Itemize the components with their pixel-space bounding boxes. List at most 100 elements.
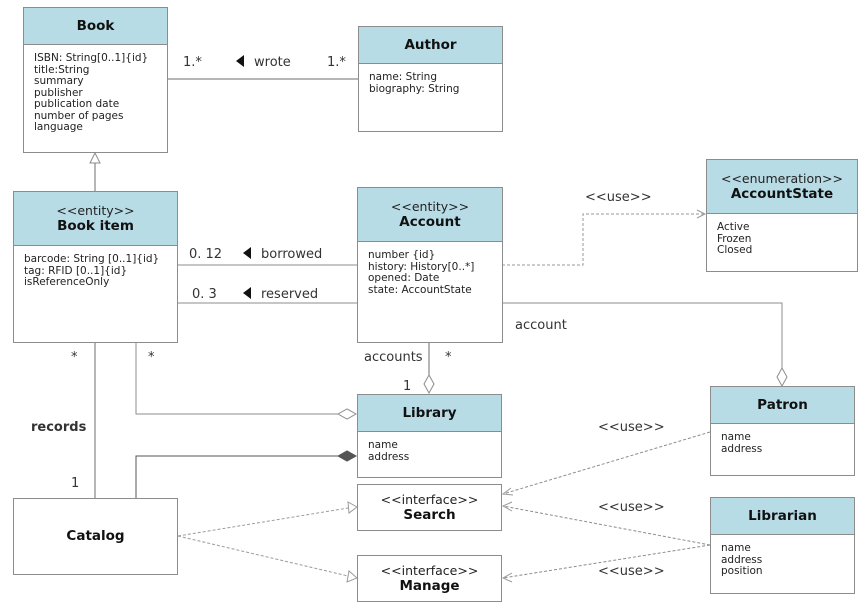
dependency-stereotype-label: <<use>> [585,190,652,205]
class-book[interactable]: Book ISBN: String[0..1]{id} title:String… [23,7,168,153]
catalog-manage-realization [177,535,349,577]
attribute: name [368,439,398,451]
class-header: <<entity>> Account [358,188,502,242]
attribute-list: name address [711,424,854,463]
class-header: Library [358,395,501,432]
class-author[interactable]: Author name: String biography: String [358,26,503,132]
stereotype: <<entity>> [390,198,470,214]
generalization-arrowhead [89,151,101,164]
stereotype: <<interface>> [380,491,479,507]
catalog-library-composition [135,455,340,498]
enum-literal: Closed [717,244,753,256]
attribute: name: String [369,71,437,83]
class-account[interactable]: <<entity>> Account number {id} history: … [357,187,503,343]
library-aggregation-diamond-left [336,408,358,420]
class-name: Catalog [66,528,125,544]
class-header: <<interface>> Search [358,485,501,530]
attribute: biography: String [369,82,460,95]
class-patron[interactable]: Patron name address [710,386,855,476]
stereotype: <<interface>> [380,562,479,578]
class-name: Book item [57,217,134,234]
dependency-stereotype-label: <<use>> [598,420,665,435]
multiplicity-label: * [148,350,155,365]
association-name-records: records [31,420,87,435]
multiplicity-label: 1.* [183,55,202,70]
class-library[interactable]: Library name address [357,394,502,478]
enum-literal: Active [717,221,750,233]
direction-triangle-icon [243,247,251,259]
class-book-item[interactable]: <<entity>> Book item barcode: String [0.… [13,191,178,343]
multiplicity-label: 1.* [327,55,346,70]
attribute: ISBN: String[0..1]{id} [34,52,149,64]
attribute-list: ISBN: String[0..1]{id} title:String summ… [24,45,167,142]
attribute: state: AccountState [368,283,472,296]
attribute: position [721,565,763,577]
class-name: Account [399,213,461,230]
direction-triangle-icon [243,287,251,299]
class-header: Author [359,27,502,64]
manage-realization-arrowhead [346,570,358,583]
association-name-borrowed: borrowed [243,247,322,262]
multiplicity-label: * [445,350,452,365]
association-name-reserved: reserved [243,287,318,302]
class-header: <<enumeration>> AccountState [707,160,857,214]
multiplicity-label: 0. 12 [189,247,223,262]
attribute: language [34,121,83,133]
attribute: summary [34,75,84,87]
interface-search[interactable]: <<interface>> Search [357,484,502,531]
multiplicity-label: 1 [71,476,80,491]
attribute: isReferenceOnly [24,276,110,288]
direction-triangle-icon [236,55,244,67]
stereotype: <<enumeration>> [720,170,844,186]
library-composition-diamond [336,450,358,462]
bookitem-library-association [135,343,338,415]
use-dependency-accountstate [502,213,705,266]
association-name-wrote: wrote [236,55,291,70]
stereotype: <<entity>> [56,202,135,218]
catalog-search-realization [177,507,349,537]
dependency-stereotype-label: <<use>> [598,564,665,579]
association-name: borrowed [261,247,323,262]
attribute: address [721,442,763,455]
class-header: Catalog [14,499,177,574]
class-name: Librarian [748,507,817,524]
patron-aggregation-diamond [776,366,788,388]
attribute-list: Active Frozen Closed [707,214,857,265]
attribute-list: name address [358,432,501,471]
class-name: AccountState [730,185,834,202]
dependency-stereotype-label: <<use>> [598,500,665,515]
multiplicity-label: 0. 3 [192,287,217,302]
patron-search-use [502,431,711,495]
class-name: Patron [757,396,808,413]
role-label-accounts: accounts [364,350,423,365]
association-name: wrote [254,55,291,70]
interface-manage[interactable]: <<interface>> Manage [357,555,502,602]
class-librarian[interactable]: Librarian name address position [710,497,855,594]
attribute: barcode: String [0..1]{id} [24,253,160,265]
association-name: reserved [261,287,319,302]
search-realization-arrowhead [347,501,358,514]
class-header: Patron [711,387,854,424]
multiplicity-label: * [71,350,78,365]
attribute-list: number {id} history: History[0..*] opene… [358,242,502,304]
attribute: number {id} [368,249,436,261]
class-name: Search [403,506,456,523]
attribute: opened: Date [368,272,440,284]
class-name: Book [76,17,115,34]
class-header: <<entity>> Book item [14,192,177,246]
class-name: Author [404,36,457,53]
attribute: name [721,431,751,443]
account-patron-association [502,302,783,370]
class-catalog[interactable]: Catalog [13,498,178,575]
class-header: <<interface>> Manage [358,556,501,601]
class-name: Library [402,404,457,421]
library-aggregation-diamond-top [423,373,435,395]
class-account-state[interactable]: <<enumeration>> AccountState Active Froz… [706,159,858,272]
class-header: Librarian [711,498,854,535]
multiplicity-label: 1 [403,379,412,394]
class-header: Book [24,8,167,45]
class-name: Manage [399,577,460,594]
attribute: address [368,450,410,463]
role-label-account: account [515,318,567,333]
attribute: publication date [34,98,120,110]
